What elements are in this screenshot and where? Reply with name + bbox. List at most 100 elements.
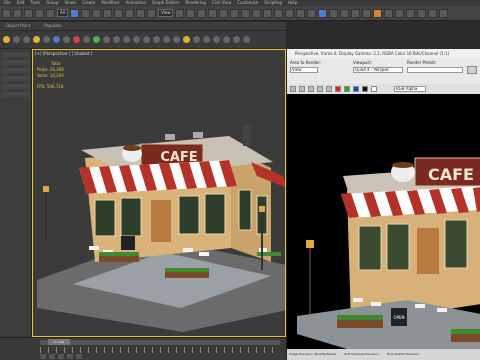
snaps-toggle-icon[interactable] [208,8,218,18]
keyboard-shortcut-toggle-icon[interactable] [197,8,207,18]
next-frame-icon[interactable] [67,354,73,359]
pick-icon[interactable] [163,36,170,43]
tab-object-paint[interactable]: Object Paint [6,22,30,30]
link-icon[interactable] [24,8,33,18]
unlink-icon[interactable] [35,8,44,18]
go-to-start-icon[interactable] [40,354,46,359]
define-area-icon[interactable] [173,36,180,43]
motion-icon[interactable] [33,36,40,43]
help-icon[interactable] [439,8,449,18]
tab-populate[interactable]: Populate [44,22,61,30]
rectangular-selection-icon[interactable] [91,8,101,18]
fill-icon[interactable] [143,36,150,43]
layer-explorer-icon[interactable] [296,8,306,18]
a360-gallery-icon[interactable] [395,8,405,18]
systems-icon[interactable] [123,36,130,43]
go-to-end-icon[interactable] [76,354,82,359]
panel-row[interactable] [2,60,29,65]
render-setup-icon[interactable] [351,8,361,18]
utilities-icon[interactable] [53,36,60,43]
panel-row[interactable] [2,84,29,89]
render-preset-dropdown[interactable] [407,67,463,73]
select-by-name-icon[interactable] [80,8,90,18]
previous-frame-icon[interactable] [49,354,55,359]
channel-display-dropdown[interactable]: RGB Alpha [394,86,426,92]
render-controls: Area to Render: View Viewport: Quad 4 - … [287,58,480,84]
curve-editor-icon[interactable] [318,8,328,18]
redo-icon[interactable] [13,8,22,18]
panel-row[interactable] [2,76,29,81]
brush-icon[interactable] [153,36,160,43]
reference-coordinate-dropdown[interactable]: View [157,9,174,17]
modify-icon[interactable] [13,36,20,43]
window-crossing-icon[interactable] [102,8,112,18]
clone-window-icon[interactable] [308,86,314,92]
cafe-scene-render: CAFE OPEN [287,94,480,349]
clear-icon[interactable] [326,86,332,92]
schematic-view-icon[interactable] [329,8,339,18]
angle-snap-icon[interactable] [219,8,229,18]
geometry-icon[interactable] [63,36,70,43]
viewport-label[interactable]: [+] [Perspective ] [ Shaded ] [35,51,92,56]
space-warps-icon[interactable] [113,36,120,43]
edit-named-selection-icon[interactable] [252,8,262,18]
green-channel-icon[interactable] [344,86,350,92]
rendered-frame-window-icon[interactable] [362,8,372,18]
light-bulb-icon[interactable] [183,36,190,43]
sign-in-icon[interactable] [406,8,416,18]
selection-filter-dropdown[interactable]: All [57,9,68,17]
scene-explorer-icon[interactable] [285,8,295,18]
spinner-snap-icon[interactable] [241,8,251,18]
perspective-viewport[interactable]: CAFE [+] [Perspective] [Shaded] Total… [32,49,286,337]
select-object-icon[interactable] [69,8,79,18]
blue-channel-icon[interactable] [353,86,359,92]
extra-icon[interactable] [233,36,240,43]
helpers-icon[interactable] [103,36,110,43]
copy-image-icon[interactable] [299,86,305,92]
panel-row[interactable] [2,92,29,97]
save-image-icon[interactable] [290,86,296,92]
select-place-icon[interactable] [146,8,156,18]
select-scale-icon[interactable] [135,8,145,18]
edit-icon[interactable] [223,36,230,43]
alpha-channel-icon[interactable] [362,86,368,92]
monochrome-icon[interactable] [371,86,377,92]
render-in-cloud-icon[interactable] [384,8,394,18]
bind-space-warp-icon[interactable] [46,8,55,18]
paint-icon[interactable] [133,36,140,43]
display-icon[interactable] [43,36,50,43]
render-production-icon[interactable] [373,8,383,18]
select-move-icon[interactable] [113,8,123,18]
align-icon[interactable] [274,8,284,18]
workspace-icon[interactable] [417,8,427,18]
panel-row[interactable] [2,68,29,73]
time-slider-thumb[interactable]: 0 / 100 [48,339,70,345]
people-icon[interactable] [193,36,200,43]
select-rotate-icon[interactable] [124,8,134,18]
simulate-icon[interactable] [203,36,210,43]
undo-icon[interactable] [2,8,11,18]
area-to-render-dropdown[interactable]: View [290,67,318,73]
percent-snap-icon[interactable] [230,8,240,18]
pivot-center-icon[interactable] [175,8,185,18]
display-options-icon[interactable] [213,36,220,43]
more-icon[interactable] [243,36,250,43]
select-manipulate-icon[interactable] [186,8,196,18]
hierarchy-icon[interactable] [23,36,30,43]
time-slider-track[interactable] [40,340,280,345]
settings-icon[interactable] [428,8,438,18]
red-channel-icon[interactable] [335,86,341,92]
mirror-icon[interactable] [263,8,273,18]
create-icon[interactable] [3,36,10,43]
lights-icon[interactable] [83,36,90,43]
render-button[interactable] [467,66,477,74]
material-editor-icon[interactable] [340,8,350,18]
viewport-dropdown[interactable]: Quad 4 - Perspec [353,67,403,73]
print-image-icon[interactable] [317,86,323,92]
cameras-icon[interactable] [93,36,100,43]
ribbon-toggle-icon[interactable] [307,8,317,18]
play-icon[interactable] [58,354,64,359]
time-slider-panel: 0 / 100 [0,337,286,360]
shapes-icon[interactable] [73,36,80,43]
panel-row[interactable] [2,52,29,57]
